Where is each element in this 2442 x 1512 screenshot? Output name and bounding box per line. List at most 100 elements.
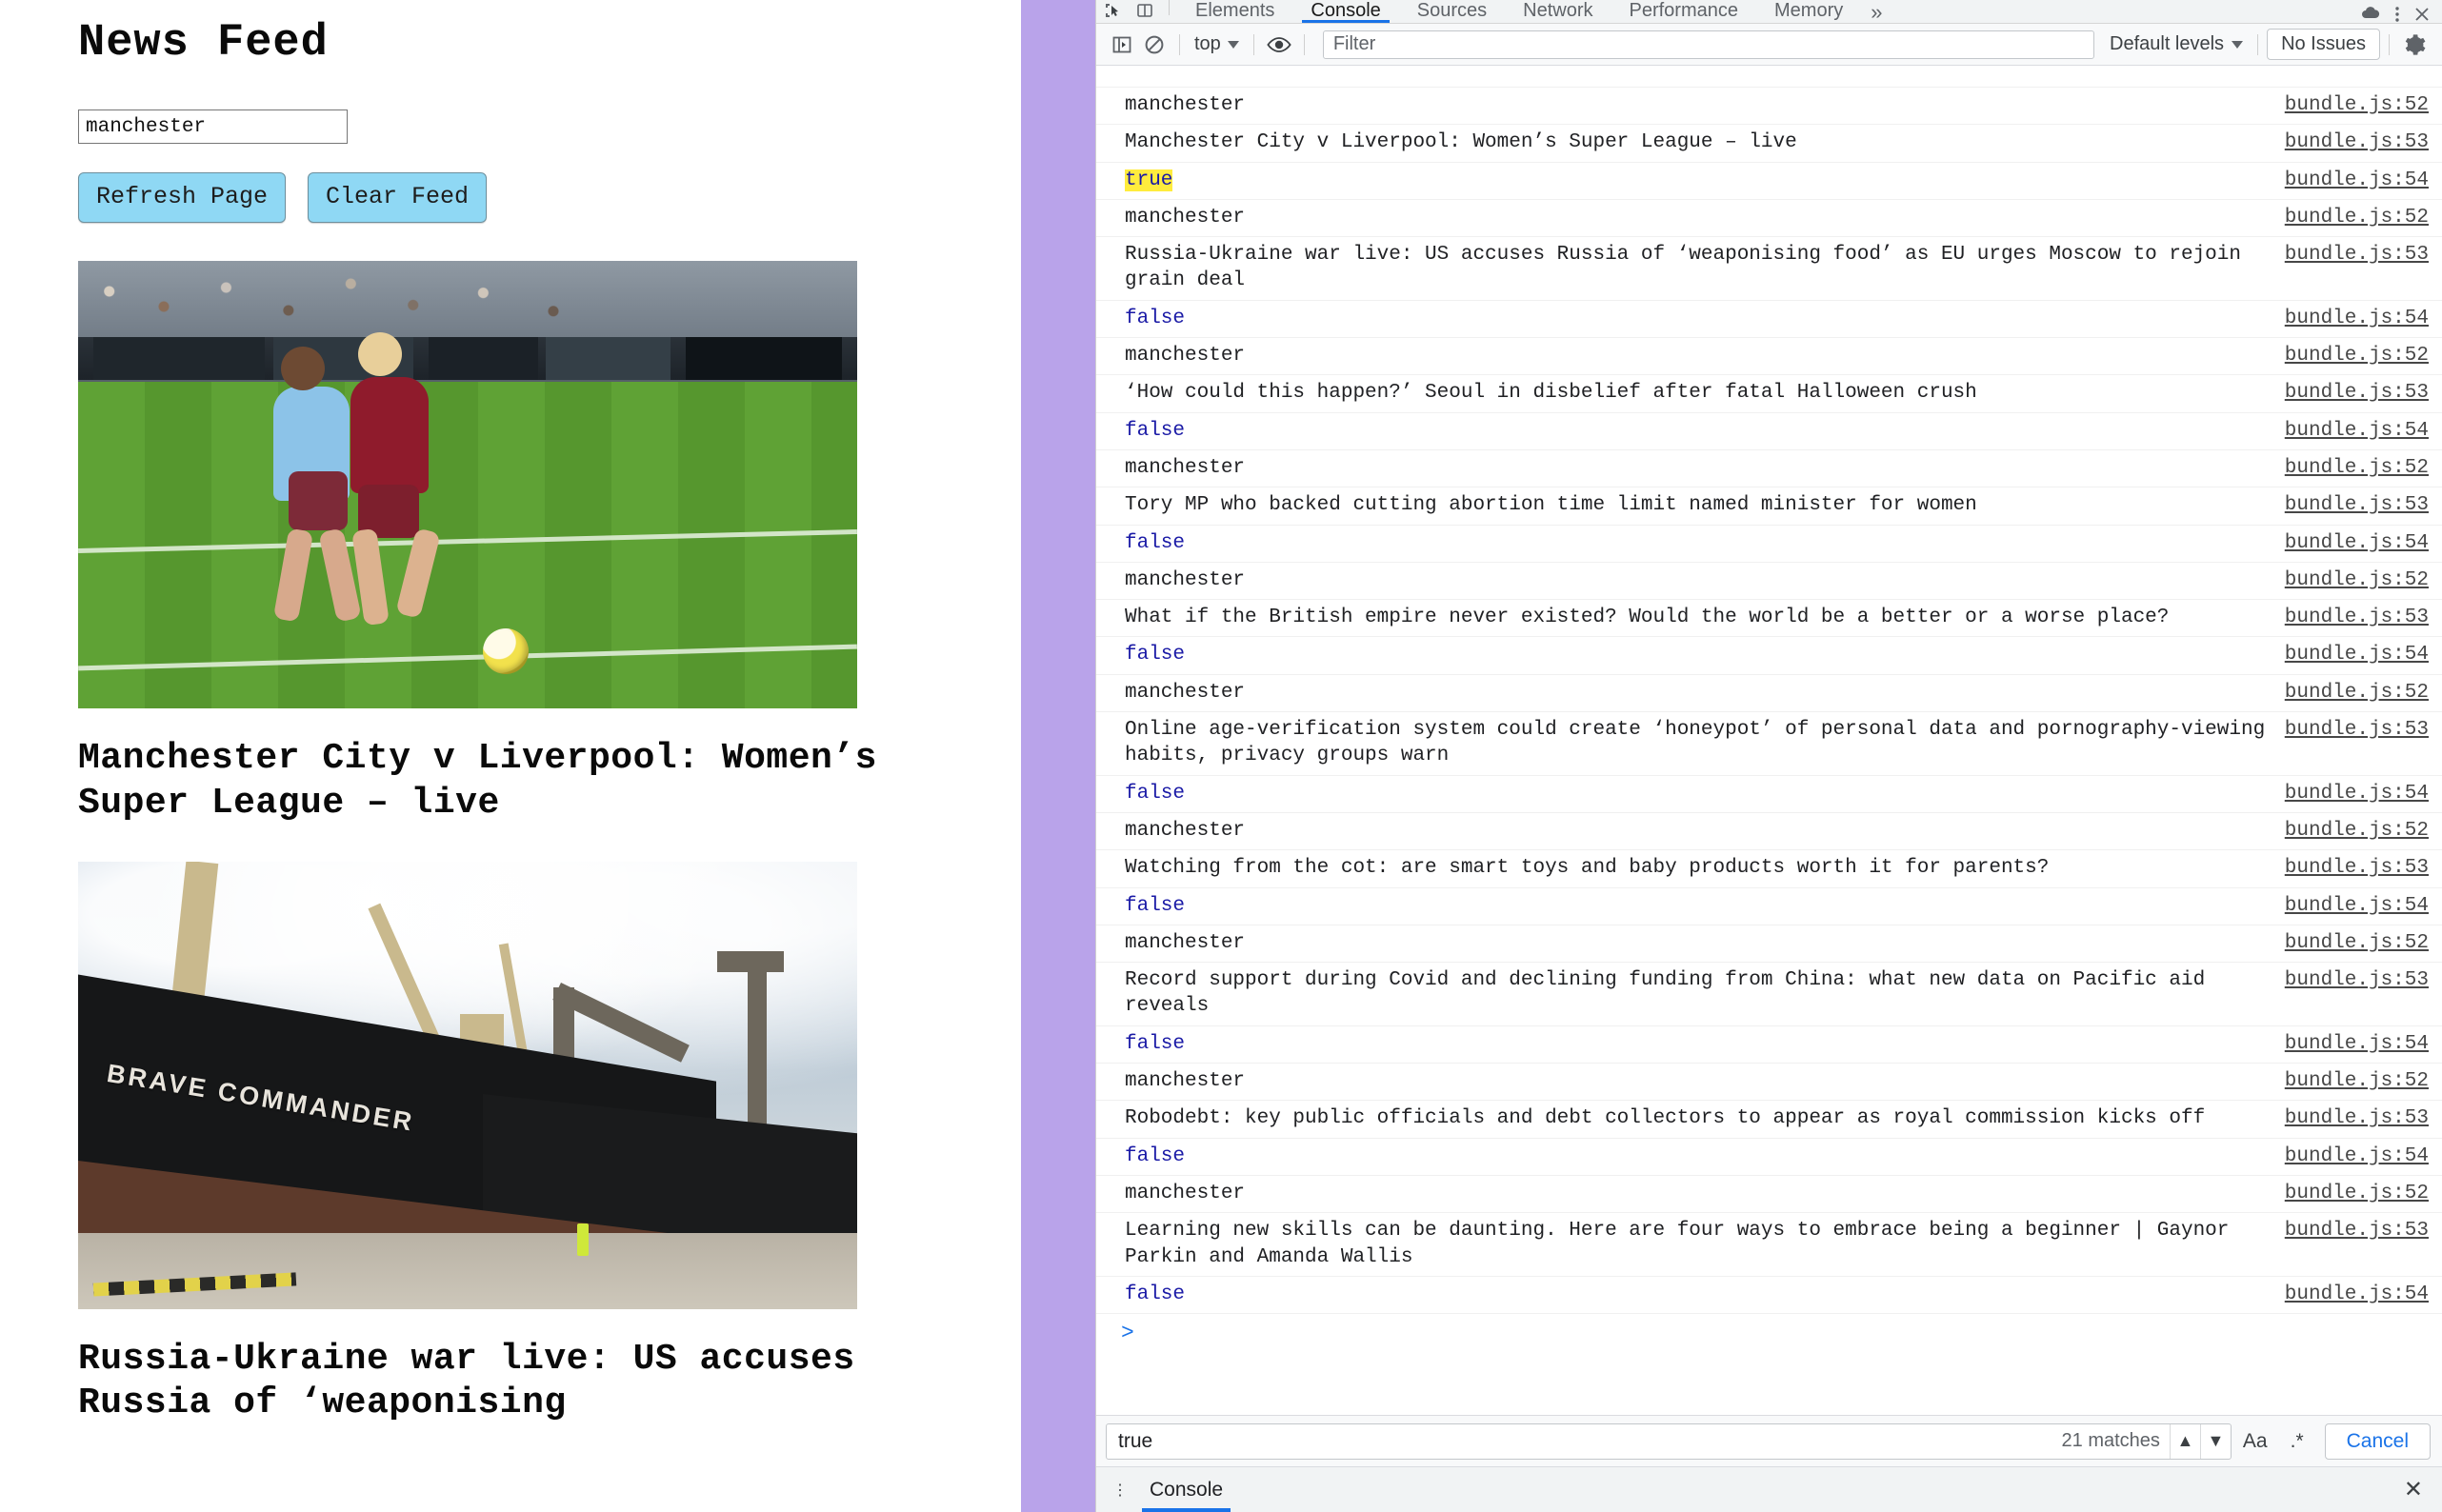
message-text: manchester: [1125, 205, 2285, 230]
message-source-link[interactable]: bundle.js:53: [2285, 967, 2429, 993]
message-source-link[interactable]: bundle.js:53: [2285, 129, 2429, 155]
message-text: manchester: [1125, 818, 2285, 844]
search-field-wrapper[interactable]: 21 matches ▲ ▼: [1106, 1423, 2232, 1460]
gantry-top: [717, 951, 784, 972]
message-text: ‘How could this happen?’ Seoul in disbel…: [1125, 380, 2285, 406]
message-source-link[interactable]: bundle.js:52: [2285, 92, 2429, 118]
message-source-link[interactable]: bundle.js:54: [2285, 306, 2429, 331]
football: [483, 628, 529, 674]
log-levels-label: Default levels: [2110, 33, 2224, 55]
message-source-link[interactable]: bundle.js:53: [2285, 242, 2429, 268]
tab-elements[interactable]: Elements: [1177, 0, 1292, 21]
article-headline[interactable]: Russia-Ukraine war live: US accuses Russ…: [78, 1338, 935, 1426]
message-text: manchester: [1125, 680, 2285, 706]
console-message-row: falsebundle.js:54: [1096, 526, 2442, 563]
devtools-drawer: ⋮ Console ✕: [1096, 1466, 2442, 1512]
tab-console[interactable]: Console: [1292, 0, 1398, 21]
log-levels-dropdown[interactable]: Default levels: [2104, 30, 2249, 58]
close-devtools-icon[interactable]: [2413, 6, 2431, 23]
tab-sources[interactable]: Sources: [1399, 0, 1505, 21]
message-source-link[interactable]: bundle.js:54: [2285, 781, 2429, 806]
console-message-list[interactable]: manchesterbundle.js:52Manchester City v …: [1096, 66, 2442, 1415]
message-source-link[interactable]: bundle.js:52: [2285, 818, 2429, 844]
inspect-element-icon[interactable]: [1096, 0, 1129, 23]
console-sidebar-icon[interactable]: [1106, 29, 1138, 61]
message-source-link[interactable]: bundle.js:52: [2285, 930, 2429, 956]
player-liverpool-torso: [350, 377, 429, 493]
divider: [1169, 0, 1170, 15]
divider: [2257, 34, 2258, 55]
console-message-row: Robodebt: key public officials and debt …: [1096, 1101, 2442, 1138]
tab-network[interactable]: Network: [1505, 0, 1611, 21]
message-source-link[interactable]: bundle.js:53: [2285, 605, 2429, 630]
drawer-more-icon[interactable]: ⋮: [1106, 1481, 1134, 1500]
tab-memory[interactable]: Memory: [1756, 0, 1861, 21]
prompt-caret-icon: >: [1121, 1323, 1134, 1344]
drawer-close-icon[interactable]: ✕: [2398, 1476, 2429, 1503]
message-source-link[interactable]: bundle.js:52: [2285, 567, 2429, 593]
message-source-link[interactable]: bundle.js:53: [2285, 380, 2429, 406]
message-source-link[interactable]: bundle.js:52: [2285, 680, 2429, 706]
clear-feed-button[interactable]: Clear Feed: [308, 172, 487, 223]
message-source-link[interactable]: bundle.js:54: [2285, 1031, 2429, 1057]
console-message-row: Learning new skills can be daunting. Her…: [1096, 1213, 2442, 1277]
message-source-link[interactable]: bundle.js:52: [2285, 455, 2429, 481]
search-cancel-button[interactable]: Cancel: [2325, 1423, 2431, 1460]
refresh-page-button[interactable]: Refresh Page: [78, 172, 286, 223]
message-source-link[interactable]: bundle.js:54: [2285, 1144, 2429, 1169]
search-next-button[interactable]: ▼: [2200, 1424, 2231, 1459]
message-source-link[interactable]: bundle.js:53: [2285, 1218, 2429, 1243]
message-source-link[interactable]: bundle.js:53: [2285, 492, 2429, 518]
kebab-menu-icon[interactable]: [2394, 6, 2400, 23]
live-expression-eye-icon[interactable]: [1263, 29, 1295, 61]
console-prompt[interactable]: >: [1096, 1314, 2442, 1344]
message-source-link[interactable]: bundle.js:54: [2285, 893, 2429, 919]
search-prev-button[interactable]: ▲: [2170, 1424, 2200, 1459]
regex-toggle[interactable]: .*: [2279, 1430, 2315, 1453]
message-source-link[interactable]: bundle.js:54: [2285, 642, 2429, 667]
message-source-link[interactable]: bundle.js:54: [2285, 168, 2429, 193]
console-message-row: manchesterbundle.js:52: [1096, 338, 2442, 375]
message-source-link[interactable]: bundle.js:52: [2285, 1181, 2429, 1206]
console-search-input[interactable]: [1116, 1424, 2052, 1459]
console-message-row: Manchester City v Liverpool: Women’s Sup…: [1096, 125, 2442, 162]
cloud-icon[interactable]: [2360, 6, 2381, 23]
gear-icon[interactable]: [2398, 29, 2431, 61]
article-item: Manchester City v Liverpool: Women’s Sup…: [78, 261, 1021, 826]
more-tabs-icon[interactable]: »: [1861, 0, 1892, 24]
execution-context-dropdown[interactable]: top: [1189, 30, 1245, 58]
clear-console-icon[interactable]: [1138, 29, 1171, 61]
message-source-link[interactable]: bundle.js:53: [2285, 855, 2429, 881]
filter-input[interactable]: Filter: [1323, 30, 2094, 59]
page-title: News Feed: [78, 21, 1021, 66]
match-case-toggle[interactable]: Aa: [2232, 1430, 2279, 1453]
message-source-link[interactable]: bundle.js:52: [2285, 205, 2429, 230]
message-source-link[interactable]: bundle.js:54: [2285, 1282, 2429, 1307]
message-source-link[interactable]: bundle.js:52: [2285, 1068, 2429, 1094]
article-headline[interactable]: Manchester City v Liverpool: Women’s Sup…: [78, 737, 935, 826]
message-source-link[interactable]: bundle.js:53: [2285, 1105, 2429, 1131]
console-message-row: falsebundle.js:54: [1096, 888, 2442, 925]
console-message-row: Tory MP who backed cutting abortion time…: [1096, 487, 2442, 525]
divider: [2389, 34, 2390, 55]
message-source-link[interactable]: bundle.js:53: [2285, 717, 2429, 743]
message-text: false: [1125, 1282, 2285, 1307]
message-source-link[interactable]: bundle.js:54: [2285, 530, 2429, 556]
message-source-link[interactable]: bundle.js:52: [2285, 343, 2429, 368]
issues-button[interactable]: No Issues: [2267, 29, 2380, 60]
search-match-highlight: true: [1125, 169, 1172, 191]
drawer-tab-console[interactable]: Console: [1134, 1467, 1238, 1512]
devtools-tabstrip: Elements Console Sources Network Perform…: [1096, 0, 2442, 24]
message-text: manchester: [1125, 343, 2285, 368]
message-text: manchester: [1125, 1181, 2285, 1206]
article-thumbnail-ship[interactable]: BRAVE COMMANDER: [78, 862, 857, 1309]
search-input[interactable]: [78, 109, 348, 144]
message-source-link[interactable]: bundle.js:54: [2285, 418, 2429, 444]
console-toolbar: top Filter Default levels No Issues: [1096, 24, 2442, 66]
button-row: Refresh Page Clear Feed: [78, 172, 1021, 223]
device-toolbar-icon[interactable]: [1129, 0, 1161, 23]
message-text: Russia-Ukraine war live: US accuses Russ…: [1125, 242, 2285, 294]
console-message-row: Russia-Ukraine war live: US accuses Russ…: [1096, 237, 2442, 301]
tab-performance[interactable]: Performance: [1611, 0, 1757, 21]
article-thumbnail-football[interactable]: [78, 261, 857, 708]
